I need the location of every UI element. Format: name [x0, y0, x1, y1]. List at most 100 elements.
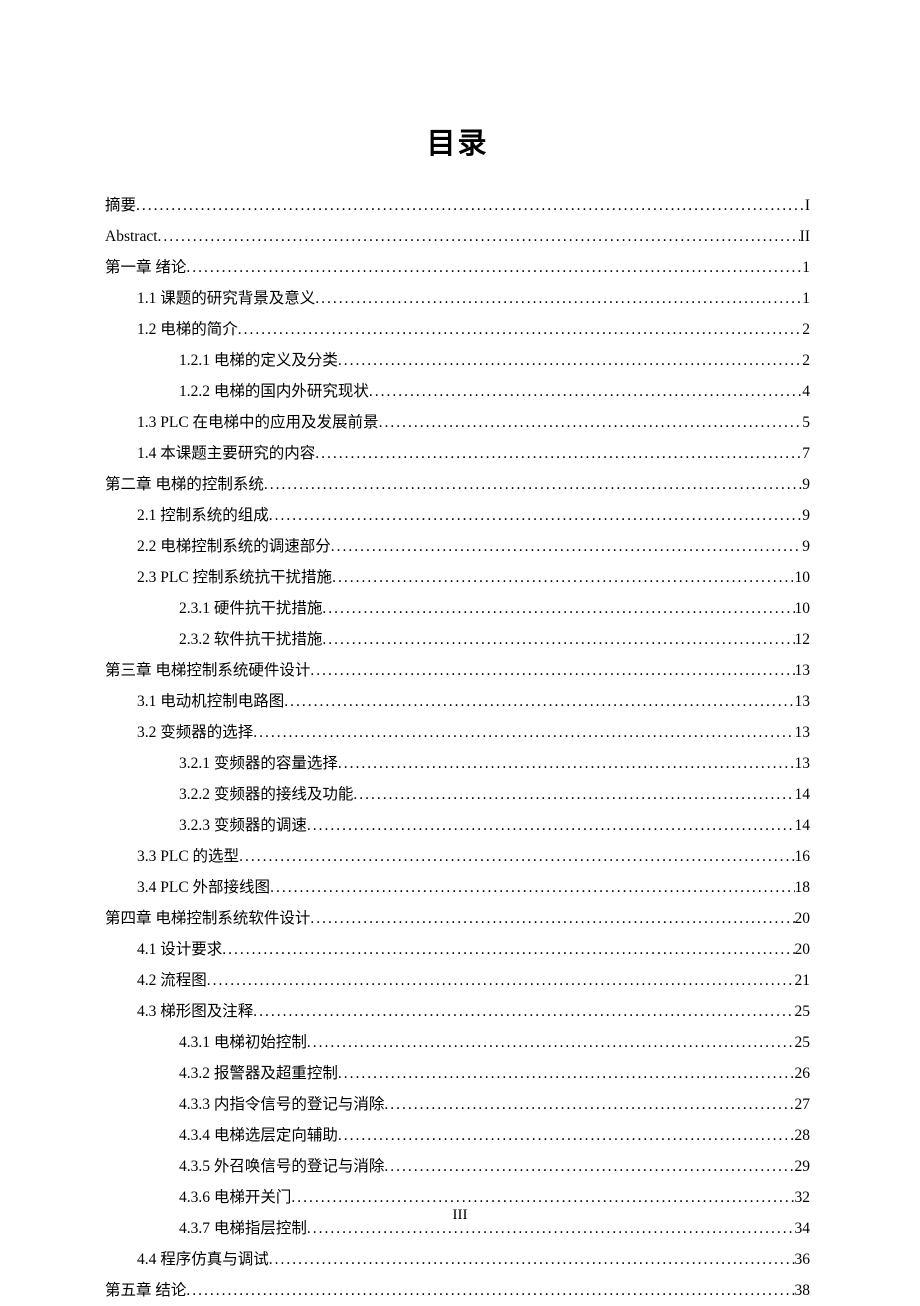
toc-entry-page: I	[805, 190, 810, 221]
toc-dot-leader: ........................................…	[269, 500, 802, 531]
toc-entry: 第三章 电梯控制系统硬件设计 .........................…	[105, 655, 810, 686]
toc-entry-page: 9	[802, 500, 810, 531]
toc-entry-page: 14	[795, 779, 811, 810]
toc-entry-label: 2.2 电梯控制系统的调速部分	[137, 531, 331, 562]
toc-entry-page: 18	[795, 872, 811, 903]
toc-entry-label: 4.4 程序仿真与调试	[137, 1244, 269, 1275]
toc-entry-page: 20	[795, 934, 811, 965]
toc-entry-page: 9	[802, 469, 810, 500]
toc-entry-page: 1	[802, 252, 810, 283]
toc-entry-label: 4.3.4 电梯选层定向辅助	[179, 1120, 338, 1151]
toc-entry: 1.3 PLC 在电梯中的应用及发展前景 ...................…	[105, 407, 810, 438]
toc-entry: 4.3.3 内指令信号的登记与消除 ......................…	[105, 1089, 810, 1120]
toc-entry-label: 3.2.1 变频器的容量选择	[179, 748, 338, 779]
toc-dot-leader: ........................................…	[186, 252, 802, 283]
toc-dot-leader: ........................................…	[238, 314, 802, 345]
toc-entry-page: 25	[795, 996, 811, 1027]
toc-dot-leader: ........................................…	[331, 531, 802, 562]
toc-entry-label: 2.3 PLC 控制系统抗干扰措施	[137, 562, 332, 593]
toc-entry-label: 第一章 绪论	[105, 252, 186, 283]
toc-dot-leader: ........................................…	[322, 593, 794, 624]
toc-dot-leader: ........................................…	[307, 1027, 795, 1058]
toc-dot-leader: ........................................…	[332, 562, 794, 593]
toc-entry-label: 4.3 梯形图及注释	[137, 996, 253, 1027]
toc-entry: 1.2.2 电梯的国内外研究现状 .......................…	[105, 376, 810, 407]
toc-entry-page: 27	[795, 1089, 811, 1120]
toc-entry: 4.3.4 电梯选层定向辅助 .........................…	[105, 1120, 810, 1151]
toc-entry-label: 3.3 PLC 的选型	[137, 841, 239, 872]
toc-dot-leader: ........................................…	[136, 190, 805, 221]
toc-entry-label: 摘要	[105, 190, 136, 221]
page-title: 目录	[105, 120, 810, 162]
toc-entry: 4.3.5 外召唤信号的登记与消除 ......................…	[105, 1151, 810, 1182]
toc-dot-leader: ........................................…	[264, 469, 802, 500]
toc-entry-page: 28	[795, 1120, 811, 1151]
toc-entry-label: 第三章 电梯控制系统硬件设计	[105, 655, 310, 686]
toc-entry-label: 第二章 电梯的控制系统	[105, 469, 264, 500]
toc-entry-label: 4.1 设计要求	[137, 934, 222, 965]
toc-dot-leader: ........................................…	[253, 996, 794, 1027]
toc-entry-page: 14	[795, 810, 811, 841]
toc-entry-page: 16	[795, 841, 811, 872]
toc-entry-page: 7	[802, 438, 810, 469]
toc-dot-leader: ........................................…	[186, 1275, 794, 1306]
toc-entry-page: 13	[795, 717, 811, 748]
toc-dot-leader: ........................................…	[379, 407, 803, 438]
toc-entry: 2.2 电梯控制系统的调速部分 ........................…	[105, 531, 810, 562]
toc-entry-page: 20	[795, 903, 811, 934]
toc-dot-leader: ........................................…	[253, 717, 794, 748]
toc-entry-label: 4.3.1 电梯初始控制	[179, 1027, 307, 1058]
toc-entry-page: 25	[795, 1027, 811, 1058]
toc-entry: 第二章 电梯的控制系统 ............................…	[105, 469, 810, 500]
toc-entry-page: 38	[795, 1275, 811, 1306]
toc-entry-label: 4.2 流程图	[137, 965, 207, 996]
toc-dot-leader: ........................................…	[284, 686, 794, 717]
toc-dot-leader: ........................................…	[338, 345, 802, 376]
toc-dot-leader: ........................................…	[384, 1089, 794, 1120]
toc-dot-leader: ........................................…	[222, 934, 794, 965]
toc-entry-label: 2.3.1 硬件抗干扰措施	[179, 593, 322, 624]
toc-dot-leader: ........................................…	[307, 810, 795, 841]
document-page: 目录 摘要 ..................................…	[0, 0, 920, 1306]
toc-entry: 4.3.2 报警器及超重控制 .........................…	[105, 1058, 810, 1089]
toc-dot-leader: ........................................…	[239, 841, 794, 872]
toc-dot-leader: ........................................…	[384, 1151, 794, 1182]
toc-entry: 4.3 梯形图及注释 .............................…	[105, 996, 810, 1027]
toc-entry: 3.3 PLC 的选型 ............................…	[105, 841, 810, 872]
toc-entry-page: 2	[802, 314, 810, 345]
toc-entry: 4.4 程序仿真与调试 ............................…	[105, 1244, 810, 1275]
toc-entry: 3.2.3 变频器的调速 ...........................…	[105, 810, 810, 841]
toc-entry: 3.2.1 变频器的容量选择 .........................…	[105, 748, 810, 779]
toc-dot-leader: ........................................…	[315, 438, 802, 469]
toc-entry: 1.2 电梯的简介 ..............................…	[105, 314, 810, 345]
toc-entry-label: 3.2.2 变频器的接线及功能	[179, 779, 353, 810]
toc-entry: 4.1 设计要求 ...............................…	[105, 934, 810, 965]
toc-entry: 3.1 电动机控制电路图 ...........................…	[105, 686, 810, 717]
toc-dot-leader: ........................................…	[269, 1244, 795, 1275]
toc-entry-label: 第四章 电梯控制系统软件设计	[105, 903, 310, 934]
toc-entry-label: 3.4 PLC 外部接线图	[137, 872, 270, 903]
toc-entry: 1.2.1 电梯的定义及分类 .........................…	[105, 345, 810, 376]
toc-entry-page: 13	[795, 686, 811, 717]
toc-dot-leader: ........................................…	[158, 221, 800, 252]
toc-entry-page: 1	[802, 283, 810, 314]
toc-entry-label: 1.2 电梯的简介	[137, 314, 238, 345]
toc-entry: 2.3.2 软件抗干扰措施 ..........................…	[105, 624, 810, 655]
toc-dot-leader: ........................................…	[315, 283, 802, 314]
toc-dot-leader: ........................................…	[270, 872, 794, 903]
toc-entry-page: 13	[795, 655, 811, 686]
toc-entry-page: 21	[795, 965, 811, 996]
toc-entry-page: 5	[802, 407, 810, 438]
toc-entry-page: 13	[795, 748, 811, 779]
toc-entry-label: Abstract	[105, 221, 158, 252]
toc-entry: 4.3.1 电梯初始控制 ...........................…	[105, 1027, 810, 1058]
toc-entry: 1.4 本课题主要研究的内容 .........................…	[105, 438, 810, 469]
toc-entry-page: 4	[802, 376, 810, 407]
toc-entry: 2.3.1 硬件抗干扰措施 ..........................…	[105, 593, 810, 624]
toc-entry-page: 9	[802, 531, 810, 562]
toc-entry: 3.2 变频器的选择 .............................…	[105, 717, 810, 748]
toc-dot-leader: ........................................…	[369, 376, 802, 407]
toc-entry-label: 3.2 变频器的选择	[137, 717, 253, 748]
toc-entry: 4.2 流程图 ................................…	[105, 965, 810, 996]
toc-dot-leader: ........................................…	[338, 1058, 795, 1089]
